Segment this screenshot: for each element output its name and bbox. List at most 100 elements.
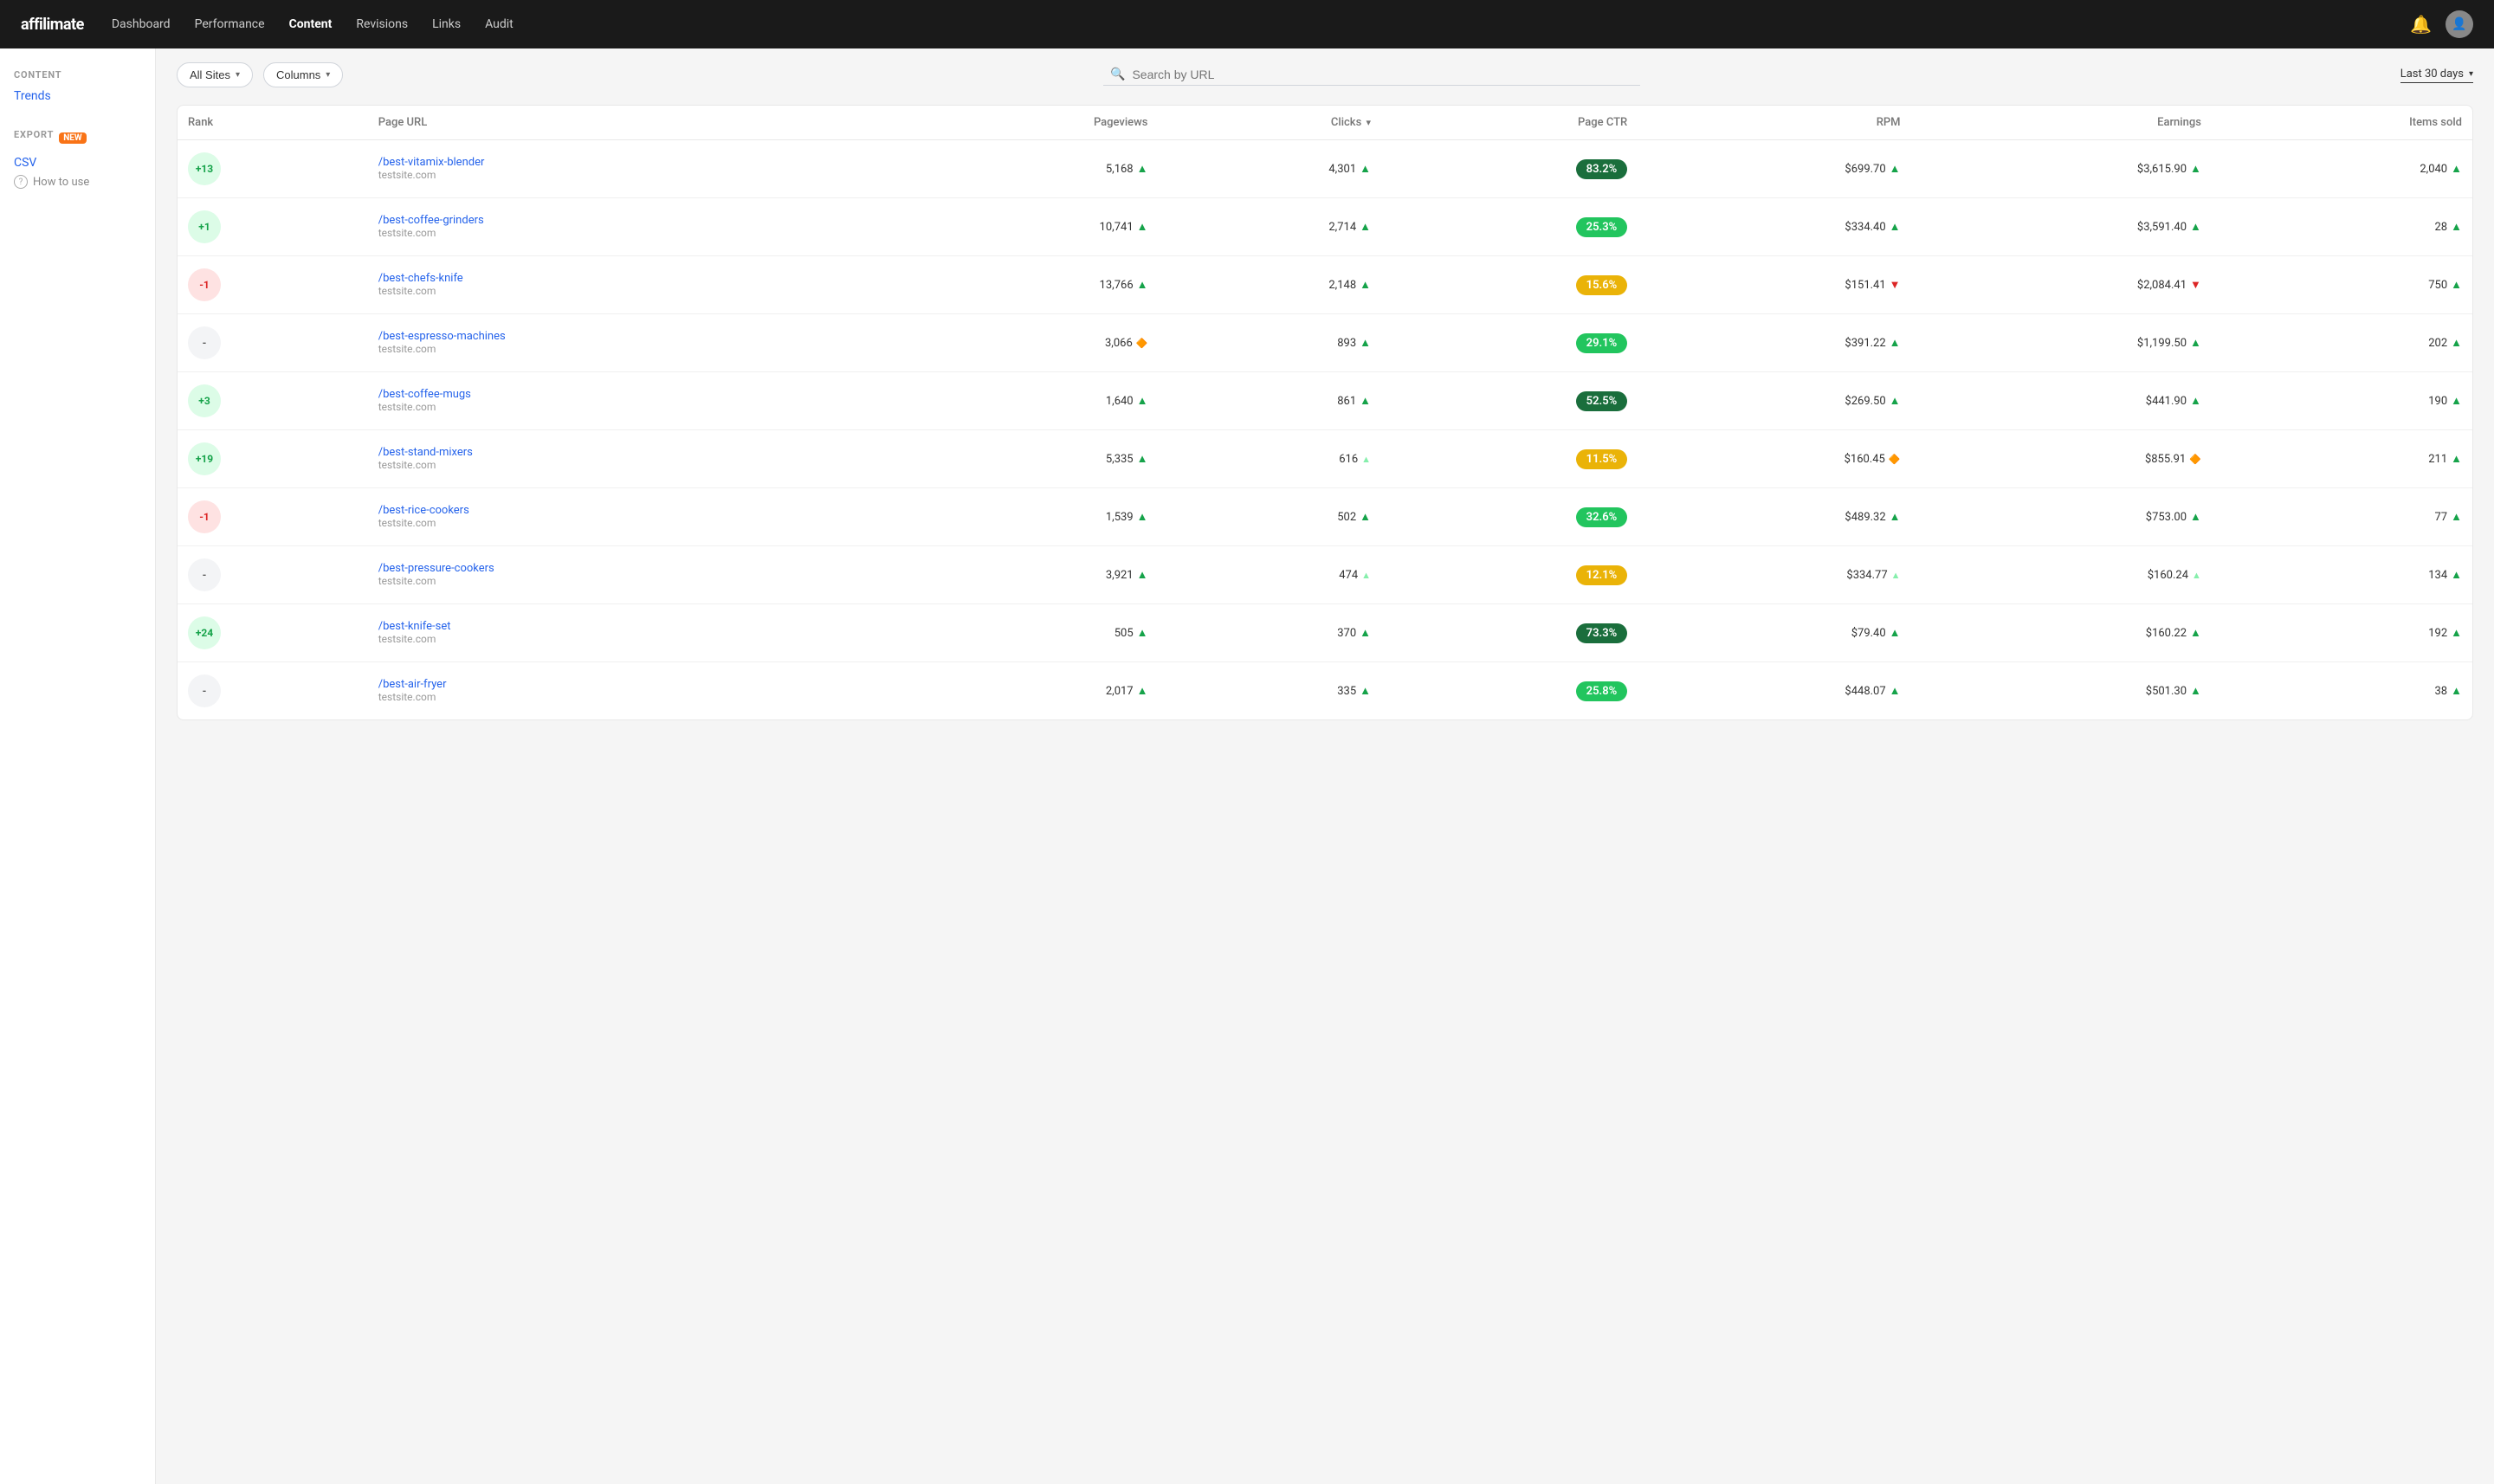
trend-up-icon: ▲ (1137, 162, 1148, 176)
rank-badge: +13 (188, 152, 221, 185)
page-url-link[interactable]: /best-coffee-grinders (378, 214, 882, 227)
avatar[interactable]: 👤 (2446, 10, 2473, 38)
earnings-value: $501.30 (2146, 685, 2187, 698)
table-row: - /best-pressure-cookers testsite.com 3,… (178, 546, 2472, 604)
earnings-cell: $3,615.90 ▲ (1911, 140, 2212, 198)
earnings-cell: $501.30 ▲ (1911, 662, 2212, 720)
rpm-value: $151.41 (1845, 279, 1885, 292)
items-sold-value: 28 (2435, 221, 2448, 234)
items-sold-cell: 134 ▲ (2212, 546, 2472, 604)
sidebar-item-csv[interactable]: CSV (14, 154, 141, 171)
trend-up-icon: ▲ (1890, 336, 1901, 350)
page-url-link[interactable]: /best-chefs-knife (378, 272, 882, 285)
rank-badge: -1 (188, 268, 221, 301)
trend-flat-icon: 🔶 (1889, 454, 1901, 465)
nav-links[interactable]: Links (432, 17, 461, 31)
clicks-value: 4,301 (1328, 163, 1356, 176)
items-sold-cell: 77 ▲ (2212, 488, 2472, 546)
nav-audit[interactable]: Audit (485, 17, 514, 31)
main-layout: CONTENT Trends EXPORT NEW CSV ? How to u… (0, 48, 2494, 1484)
ctr-pill: 32.6% (1576, 507, 1628, 527)
trend-up-icon: ▲ (2451, 568, 2462, 582)
chevron-down-icon: ▾ (236, 70, 240, 80)
clicks-cell: 893 ▲ (1159, 314, 1382, 372)
ctr-cell: 83.2% (1381, 140, 1638, 198)
page-url-link[interactable]: /best-coffee-mugs (378, 388, 882, 401)
page-url-link[interactable]: /best-rice-cookers (378, 504, 882, 517)
items-sold-value: 192 (2428, 627, 2447, 640)
page-url-link[interactable]: /best-knife-set (378, 620, 882, 633)
search-box[interactable]: 🔍 (1103, 64, 1640, 86)
search-input[interactable] (1132, 68, 1633, 81)
nav-revisions[interactable]: Revisions (356, 17, 408, 31)
trend-up-icon: ▲ (2451, 394, 2462, 408)
notification-bell-icon[interactable]: 🔔 (2410, 14, 2432, 35)
pageviews-value: 3,921 (1106, 569, 1134, 582)
clicks-value: 502 (1337, 511, 1356, 524)
clicks-value: 2,714 (1328, 221, 1356, 234)
items-sold-value: 38 (2435, 685, 2448, 698)
items-sold-cell: 38 ▲ (2212, 662, 2472, 720)
earnings-value: $441.90 (2146, 395, 2187, 408)
pageviews-value: 1,539 (1106, 511, 1134, 524)
ctr-pill: 11.5% (1576, 449, 1628, 469)
page-url-link[interactable]: /best-pressure-cookers (378, 562, 882, 575)
date-picker[interactable]: Last 30 days ▾ (2400, 68, 2473, 83)
ctr-cell: 25.8% (1381, 662, 1638, 720)
table-row: - /best-air-fryer testsite.com 2,017 ▲ 3… (178, 662, 2472, 720)
pageviews-cell: 3,921 ▲ (893, 546, 1159, 604)
all-sites-dropdown[interactable]: All Sites ▾ (177, 62, 253, 87)
nav-content[interactable]: Content (289, 17, 333, 31)
pageviews-value: 13,766 (1100, 279, 1134, 292)
nav-performance[interactable]: Performance (195, 17, 265, 31)
col-pageviews: Pageviews (893, 106, 1159, 140)
nav-dashboard[interactable]: Dashboard (112, 17, 171, 31)
pageviews-cell: 1,640 ▲ (893, 372, 1159, 430)
rank-cell: +24 (178, 604, 368, 662)
rank-badge: +19 (188, 442, 221, 475)
page-url-link[interactable]: /best-stand-mixers (378, 446, 882, 459)
trend-flat2-icon: ▲ (1361, 570, 1371, 581)
logo[interactable]: affilimate (21, 16, 84, 34)
trend-up-icon: ▲ (1137, 278, 1148, 292)
ctr-cell: 73.3% (1381, 604, 1638, 662)
rpm-cell: $269.50 ▲ (1638, 372, 1910, 430)
trend-up-icon: ▲ (2451, 452, 2462, 466)
rank-badge: -1 (188, 500, 221, 533)
rpm-value: $160.45 (1845, 453, 1885, 466)
url-cell: /best-stand-mixers testsite.com (368, 430, 893, 488)
page-url-link[interactable]: /best-air-fryer (378, 678, 882, 691)
trend-up-icon: ▲ (2451, 336, 2462, 350)
items-sold-value: 202 (2428, 337, 2447, 350)
rank-badge: - (188, 558, 221, 591)
table-row: +1 /best-coffee-grinders testsite.com 10… (178, 198, 2472, 256)
earnings-value: $1,199.50 (2137, 337, 2187, 350)
trend-up-icon: ▲ (1360, 684, 1371, 698)
earnings-cell: $1,199.50 ▲ (1911, 314, 2212, 372)
trend-up-icon: ▲ (1890, 510, 1901, 524)
trend-up-icon: ▲ (2190, 626, 2201, 640)
trend-up-icon: ▲ (1137, 568, 1148, 582)
sidebar-content-section: CONTENT Trends (14, 69, 141, 105)
rpm-cell: $699.70 ▲ (1638, 140, 1910, 198)
ctr-pill: 29.1% (1576, 333, 1628, 353)
all-sites-label: All Sites (190, 68, 230, 81)
url-site: testsite.com (378, 227, 436, 239)
toolbar: All Sites ▾ Columns ▾ 🔍 Last 30 days ▾ (177, 62, 2473, 87)
rank-cell: - (178, 546, 368, 604)
page-url-link[interactable]: /best-vitamix-blender (378, 156, 882, 169)
sidebar-item-trends[interactable]: Trends (14, 87, 141, 105)
col-ctr: Page CTR (1381, 106, 1638, 140)
sidebar-content-label: CONTENT (14, 69, 141, 81)
pageviews-value: 505 (1115, 627, 1134, 640)
columns-dropdown[interactable]: Columns ▾ (263, 62, 343, 87)
rpm-value: $334.77 (1846, 569, 1887, 582)
items-sold-value: 77 (2435, 511, 2448, 524)
trend-flat2-icon: ▲ (2192, 570, 2201, 581)
sidebar-how-to[interactable]: ? How to use (14, 175, 141, 189)
earnings-cell: $2,084.41 ▼ (1911, 256, 2212, 314)
page-url-link[interactable]: /best-espresso-machines (378, 330, 882, 343)
col-clicks[interactable]: Clicks ▾ (1159, 106, 1382, 140)
table-row: -1 /best-chefs-knife testsite.com 13,766… (178, 256, 2472, 314)
rpm-cell: $160.45 🔶 (1638, 430, 1910, 488)
